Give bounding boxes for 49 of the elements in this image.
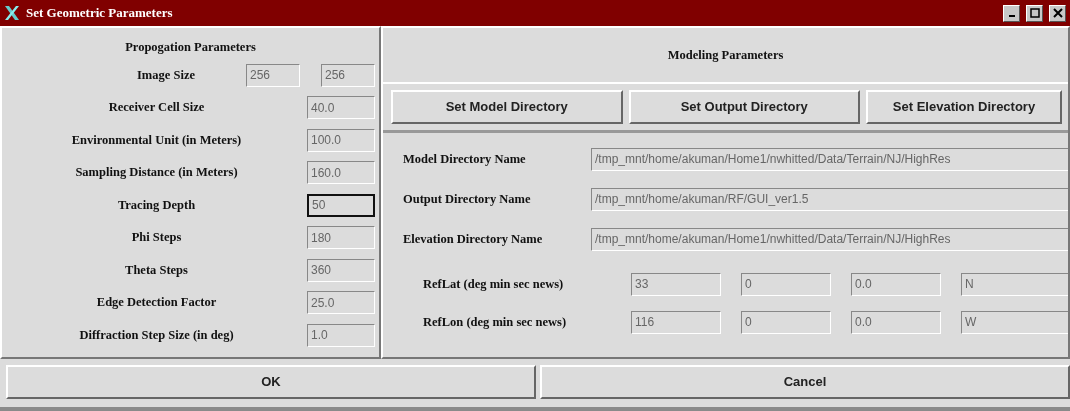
input-field[interactable]: 256: [321, 63, 375, 87]
input-field[interactable]: 0: [741, 272, 831, 296]
input-field[interactable]: /tmp_mnt/home/akuman/Home1/nwhitted/Data/Terrain/NJ/HighRes: [591, 147, 1068, 171]
window-title: Set Geometric Parameters: [26, 4, 173, 23]
input-field[interactable]: 0: [741, 310, 831, 334]
input-field[interactable]: 116: [631, 310, 721, 334]
maximize-icon: [1029, 8, 1040, 18]
directory-button[interactable]: Set Output Directory: [628, 90, 860, 124]
close-button[interactable]: [1049, 4, 1066, 22]
field-label: Phi Steps: [131, 230, 182, 245]
input-field[interactable]: 50: [307, 193, 375, 217]
field-label: Sampling Distance (in Meters): [75, 165, 238, 180]
input-field[interactable]: /tmp_mnt/home/akuman/RF/GUI_ver1.5: [591, 187, 1068, 211]
input-field[interactable]: 160.0: [307, 161, 375, 184]
field-label: Model Directory Name: [403, 150, 527, 168]
field-label: Tracing Depth: [117, 197, 196, 212]
directory-button[interactable]: Set Elevation Directory: [866, 90, 1062, 124]
field-label: Diffraction Step Size (in deg): [79, 327, 234, 342]
input-field[interactable]: 40.0: [307, 96, 375, 119]
section-heading: Modeling Parameters: [667, 46, 784, 64]
input-field[interactable]: 0.0: [851, 272, 941, 296]
field-label: Elevation Directory Name: [403, 230, 544, 248]
directory-button[interactable]: Set Model Directory: [391, 90, 623, 124]
input-field[interactable]: 1.0: [307, 323, 375, 347]
field-label: Environmental Unit (in Meters): [71, 132, 242, 147]
cancel-button[interactable]: Cancel: [540, 365, 1070, 399]
field-label: Image Size: [137, 67, 195, 82]
section-heading: Propogation Parameters: [124, 39, 257, 56]
maximize-button[interactable]: [1026, 4, 1043, 22]
input-field[interactable]: N: [961, 272, 1068, 296]
x-logo-icon: [4, 5, 20, 21]
close-icon: [1052, 8, 1063, 18]
input-field[interactable]: 180: [307, 226, 375, 249]
input-field[interactable]: 256: [246, 63, 300, 87]
input-field[interactable]: 360: [307, 258, 375, 282]
input-field[interactable]: /tmp_mnt/home/akuman/Home1/nwhitted/Data/Terrain/NJ/HighRes: [591, 227, 1068, 251]
field-label: Receiver Cell Size: [108, 100, 205, 115]
input-field[interactable]: 25.0: [307, 291, 375, 314]
input-field[interactable]: 100.0: [307, 128, 375, 152]
field-label: Theta Steps: [125, 262, 188, 277]
field-label: RefLat (deg min sec news): [423, 275, 565, 293]
input-field[interactable]: W: [961, 310, 1068, 334]
field-label: RefLon (deg min sec news): [423, 313, 568, 331]
ok-button[interactable]: OK: [6, 365, 536, 399]
input-field[interactable]: 33: [631, 272, 721, 296]
field-label: Edge Detection Factor: [96, 295, 217, 310]
input-field[interactable]: 0.0: [851, 310, 941, 334]
minimize-button[interactable]: [1003, 4, 1020, 22]
field-label: Output Directory Name: [403, 190, 532, 208]
